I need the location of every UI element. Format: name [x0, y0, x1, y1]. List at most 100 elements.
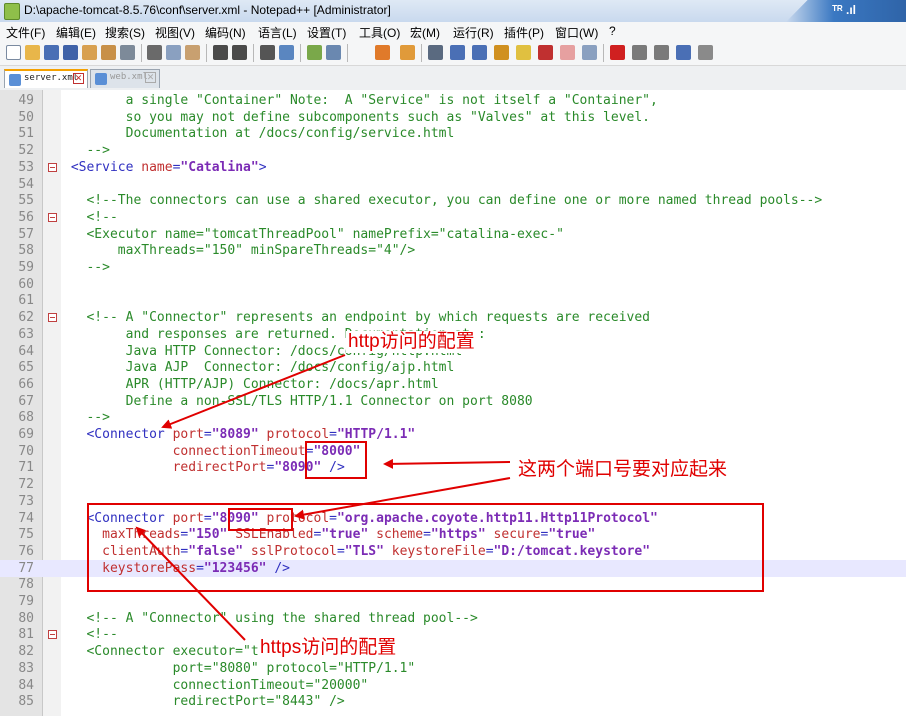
zoom-in-icon[interactable]	[307, 45, 322, 60]
show-all-chars-icon[interactable]	[450, 45, 465, 60]
code-text: connectionTimeout="20000"	[63, 677, 369, 693]
line-number: 77	[18, 560, 34, 576]
code-text: so you may not define subcomponents such…	[63, 109, 650, 125]
code-line[interactable]: 67 Define a non-SSL/TLS HTTP/1.1 Connect…	[0, 393, 906, 410]
line-number: 57	[18, 226, 34, 242]
redo-icon[interactable]	[232, 45, 247, 60]
menu-view[interactable]: 视图(V)	[155, 24, 195, 41]
editor-pane[interactable]: 49 a single "Container" Note: A "Service…	[0, 90, 906, 716]
menu-plugins[interactable]: 插件(P)	[504, 24, 544, 41]
folder-workspace-icon[interactable]	[560, 45, 575, 60]
tab-close-icon[interactable]: ✕	[73, 73, 84, 84]
code-text: <!--	[63, 209, 118, 225]
zoom-out-icon[interactable]	[326, 45, 341, 60]
toolbar	[0, 41, 906, 66]
stop-macro-icon[interactable]	[632, 45, 647, 60]
close-icon[interactable]	[82, 45, 97, 60]
menu-macro[interactable]: 宏(M)	[410, 24, 440, 41]
tab-web-xml[interactable]: web.xml ✕	[90, 69, 160, 88]
line-number: 72	[18, 477, 34, 493]
code-line[interactable]: 53 <Service name="Catalina">	[0, 159, 906, 176]
line-number: 70	[18, 443, 34, 459]
code-line[interactable]: 59 -->	[0, 259, 906, 276]
menu-help[interactable]: ?	[609, 24, 616, 38]
paste-icon[interactable]	[185, 45, 200, 60]
code-line[interactable]: 62 <!-- A "Connector" represents an endp…	[0, 309, 906, 326]
line-number: 52	[18, 143, 34, 159]
code-line[interactable]: 56 <!--	[0, 209, 906, 226]
word-wrap-icon[interactable]	[428, 45, 443, 60]
code-line[interactable]: 51 Documentation at /docs/config/service…	[0, 125, 906, 142]
indent-guide-icon[interactable]	[472, 45, 487, 60]
line-number: 59	[18, 260, 34, 275]
code-line[interactable]: 65 Java AJP Connector: /docs/config/ajp.…	[0, 359, 906, 376]
menu-file[interactable]: 文件(F)	[6, 24, 45, 41]
code-line[interactable]: 85 redirectPort="8443" />	[0, 693, 906, 710]
code-text: port="8080" protocol="HTTP/1.1"	[63, 660, 416, 676]
code-line[interactable]: 71 redirectPort="8090" />	[0, 459, 906, 476]
menu-tools[interactable]: 工具(O)	[359, 24, 400, 41]
copy-icon[interactable]	[166, 45, 181, 60]
fold-toggle-icon[interactable]	[48, 162, 57, 172]
close-all-icon[interactable]	[101, 45, 116, 60]
doc-map-icon[interactable]	[516, 45, 531, 60]
code-line[interactable]: 66 APR (HTTP/AJP) Connector: /docs/apr.h…	[0, 376, 906, 393]
print-icon[interactable]	[120, 45, 135, 60]
notepadpp-icon	[4, 3, 20, 20]
fold-toggle-icon[interactable]	[48, 630, 57, 640]
undo-icon[interactable]	[213, 45, 228, 60]
code-line[interactable]: 79	[0, 593, 906, 610]
play-macro-icon[interactable]	[654, 45, 669, 60]
code-line[interactable]: 80 <!-- A "Connector" using the shared t…	[0, 610, 906, 627]
run-macro-multiple-icon[interactable]	[676, 45, 691, 60]
code-line[interactable]: 84 connectionTimeout="20000"	[0, 677, 906, 694]
line-number: 51	[18, 126, 34, 142]
code-line[interactable]: 57 <Executor name="tomcatThreadPool" nam…	[0, 226, 906, 243]
fold-toggle-icon[interactable]	[48, 212, 57, 222]
menu-settings[interactable]: 设置(T)	[307, 24, 346, 41]
code-text: -->	[63, 260, 110, 275]
find-icon[interactable]	[260, 45, 275, 60]
code-text: <Service name="Catalina">	[70, 159, 267, 175]
sync-horizontal-icon[interactable]	[400, 45, 415, 60]
code-line[interactable]: 58 maxThreads="150" minSpareThreads="4"/…	[0, 242, 906, 259]
menu-run[interactable]: 运行(R)	[453, 24, 494, 41]
record-macro-icon[interactable]	[610, 45, 625, 60]
cut-icon[interactable]	[147, 45, 162, 60]
code-line[interactable]: 50 so you may not define subcomponents s…	[0, 109, 906, 126]
save-all-icon[interactable]	[63, 45, 78, 60]
replace-icon[interactable]	[279, 45, 294, 60]
menu-window[interactable]: 窗口(W)	[555, 24, 598, 41]
menu-language[interactable]: 语言(L)	[258, 24, 297, 41]
code-line[interactable]: 81 <!--	[0, 626, 906, 643]
monitoring-icon[interactable]	[582, 45, 597, 60]
fold-toggle-icon[interactable]	[48, 313, 57, 323]
open-file-icon[interactable]	[25, 45, 40, 60]
code-line[interactable]: 54	[0, 176, 906, 193]
code-line[interactable]: 55 <!--The connectors can use a shared e…	[0, 192, 906, 209]
function-list-icon[interactable]	[538, 45, 553, 60]
code-line[interactable]: 69 <Connector port="8089" protocol="HTTP…	[0, 426, 906, 443]
toolbar-separator	[421, 44, 422, 62]
code-line[interactable]: 83 port="8080" protocol="HTTP/1.1"	[0, 660, 906, 677]
code-line[interactable]: 52 -->	[0, 142, 906, 159]
code-line[interactable]: 82 <Connector executor="tomcatThreadPool…	[0, 643, 906, 660]
udl-icon[interactable]	[494, 45, 509, 60]
menu-encoding[interactable]: 编码(N)	[205, 24, 246, 41]
tab-server-xml[interactable]: server.xml ✕	[4, 69, 88, 88]
save-macro-icon[interactable]	[698, 45, 713, 60]
tab-close-icon[interactable]: ✕	[145, 72, 156, 83]
code-line[interactable]: 60	[0, 276, 906, 293]
code-line[interactable]: 49 a single "Container" Note: A "Service…	[0, 92, 906, 109]
menu-search[interactable]: 搜索(S)	[105, 24, 145, 41]
save-icon[interactable]	[44, 45, 59, 60]
line-number: 76	[18, 543, 34, 559]
menu-edit[interactable]: 编辑(E)	[56, 24, 96, 41]
code-line[interactable]: 72	[0, 476, 906, 493]
code-line[interactable]: 68 -->	[0, 409, 906, 426]
code-line[interactable]: 61	[0, 292, 906, 309]
line-number: 84	[18, 677, 34, 693]
code-line[interactable]: 70 connectionTimeout="8000"	[0, 443, 906, 460]
sync-vertical-icon[interactable]	[375, 45, 390, 60]
new-file-icon[interactable]	[6, 45, 21, 60]
